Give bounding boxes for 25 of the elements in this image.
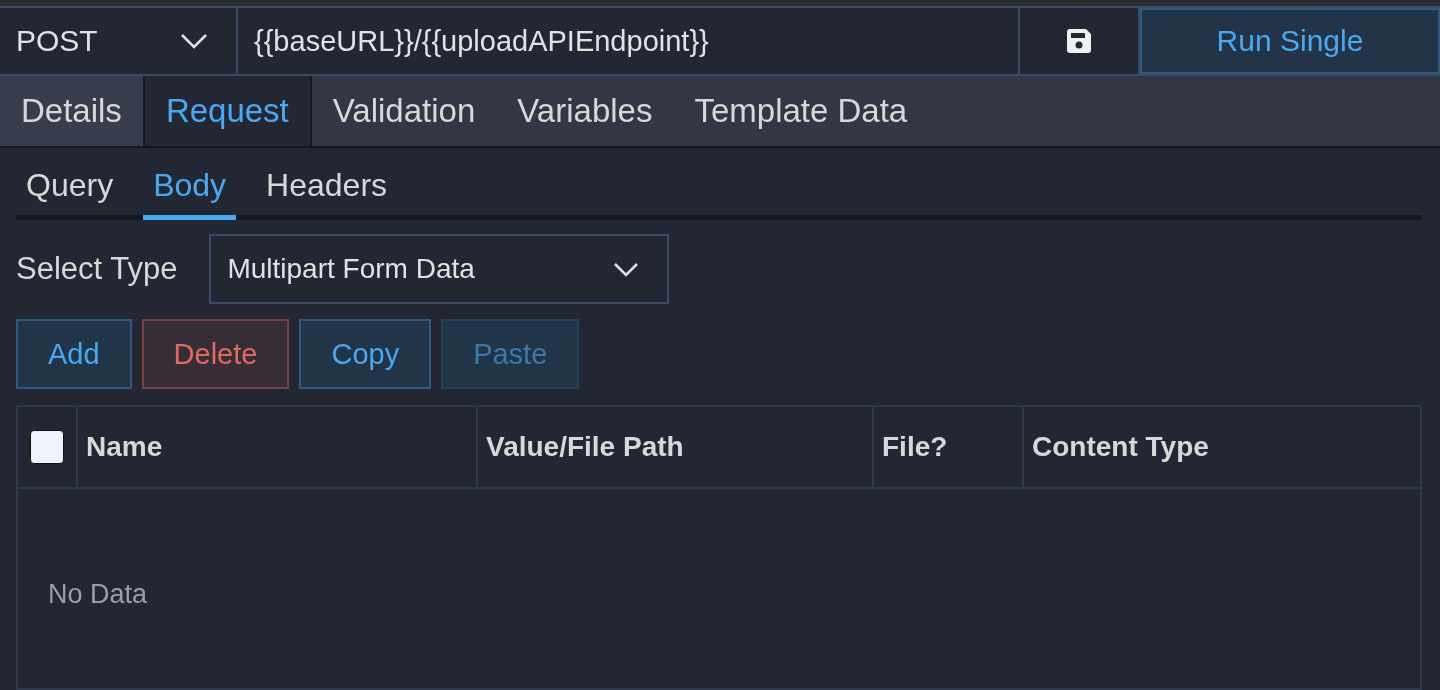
select-all-checkbox[interactable] — [30, 430, 64, 464]
method-dropdown[interactable]: POST — [0, 8, 236, 74]
primary-action-button[interactable]: Add — [16, 319, 132, 389]
primary-action-button[interactable]: Copy — [299, 319, 432, 389]
tab[interactable]: Template Data — [673, 76, 929, 146]
column-header: Name — [78, 407, 478, 487]
tab[interactable]: Validation — [311, 76, 497, 146]
tab[interactable]: Request — [144, 76, 312, 146]
type-dropdown[interactable]: Multipart Form Data — [209, 234, 670, 304]
run-single-button[interactable]: Run Single — [1140, 8, 1440, 74]
tab[interactable]: Details — [0, 76, 145, 146]
danger-action-button[interactable]: Delete — [141, 319, 290, 389]
chevron-down-icon — [613, 261, 640, 277]
tab[interactable]: Variables — [496, 76, 674, 146]
sub-tab[interactable]: Headers — [256, 156, 398, 220]
sub-tab[interactable]: Body — [143, 156, 237, 220]
chevron-down-icon — [180, 33, 208, 49]
field-label: Select Type — [16, 251, 178, 287]
save-button[interactable] — [1020, 8, 1138, 74]
column-header: Value/File Path — [478, 407, 874, 487]
column-header: Content Type — [1031, 430, 1210, 464]
empty-message: No Data — [48, 579, 148, 609]
column-header: File? — [874, 407, 1024, 487]
sub-tab[interactable]: Query — [16, 156, 124, 220]
url-field[interactable]: {{baseURL}}/{{uploadAPIEndpoint}} — [238, 8, 1018, 74]
